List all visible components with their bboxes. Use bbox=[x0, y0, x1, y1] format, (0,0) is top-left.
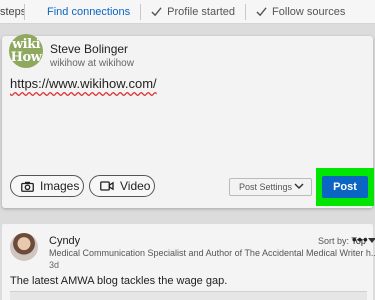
step-label: Find connections bbox=[47, 5, 131, 18]
step-label: Profile started bbox=[167, 5, 236, 18]
feed-author-headline: Medical Communication Specialist and Aut… bbox=[49, 248, 375, 258]
step-label: Follow sources bbox=[272, 5, 346, 18]
checkmark-icon bbox=[151, 7, 162, 17]
checkmark-icon bbox=[256, 7, 267, 17]
author-name: Steve Bolinger bbox=[50, 42, 129, 56]
post-text-input[interactable]: https://www.wikihow.com/ bbox=[10, 76, 157, 91]
images-label: Images bbox=[40, 179, 80, 193]
step-follow-sources[interactable]: Follow sources bbox=[256, 6, 345, 18]
steps-label: steps: bbox=[0, 5, 24, 18]
video-camera-icon bbox=[100, 181, 114, 191]
step-find-connections[interactable]: Find connections bbox=[47, 6, 130, 18]
post-button[interactable]: Post bbox=[322, 176, 368, 198]
steps-divider bbox=[24, 3, 25, 20]
post-settings-dropdown[interactable]: Post Settings bbox=[229, 178, 312, 196]
add-video-button[interactable]: Video bbox=[89, 175, 155, 197]
avatar-logo-text: How bbox=[10, 49, 42, 65]
steps-divider bbox=[245, 3, 247, 20]
feed-author-avatar[interactable] bbox=[10, 233, 38, 261]
camera-icon bbox=[21, 181, 34, 192]
step-profile-started[interactable]: Profile started bbox=[151, 6, 235, 18]
feed-post-time: 3d bbox=[49, 260, 60, 270]
steps-divider bbox=[140, 3, 142, 20]
more-options-icon[interactable]: ••• bbox=[352, 232, 369, 247]
feed-author-name[interactable]: Cyndy bbox=[49, 235, 80, 247]
feed-post-media[interactable] bbox=[10, 291, 367, 300]
avatar-logo-text: wiki bbox=[11, 36, 41, 52]
post-button-highlight: Post bbox=[316, 168, 374, 206]
add-images-button[interactable]: Images bbox=[10, 175, 84, 197]
chevron-down-icon bbox=[294, 183, 304, 190]
sort-prefix: Sort by: bbox=[318, 236, 350, 246]
author-subtitle: wikihow at wikihow bbox=[50, 58, 134, 69]
video-label: Video bbox=[120, 179, 151, 193]
post-settings-label: Post Settings bbox=[239, 182, 293, 192]
feed-post-text: The latest AMWA blog tackles the wage ga… bbox=[10, 275, 228, 287]
caret-down-icon bbox=[368, 238, 375, 243]
onboarding-steps-bar: steps: Find connections Profile started … bbox=[0, 0, 375, 24]
author-avatar: wiki How bbox=[9, 34, 43, 68]
